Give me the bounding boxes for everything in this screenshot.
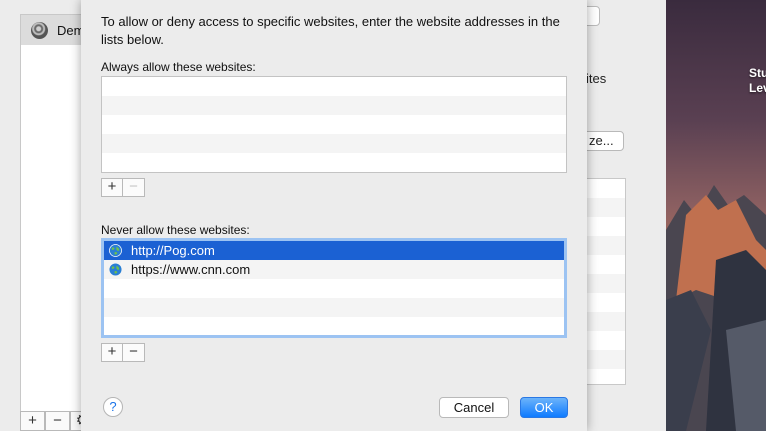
globe-icon [109,263,122,276]
user-avatar [31,21,48,39]
never-allow-add-button[interactable]: + [101,343,123,362]
website-restrictions-sheet: To allow or deny access to specific webs… [81,0,587,431]
desktop-wallpaper: Stu Lev [666,0,766,431]
ok-button[interactable]: OK [520,397,568,418]
never-allow-buttons: + − [101,343,145,363]
mountain-image [666,185,766,431]
add-user-button[interactable]: + [20,411,45,431]
never-allow-remove-button[interactable]: − [123,343,145,362]
always-allow-buttons: + − [101,178,145,198]
cancel-button[interactable]: Cancel [439,397,509,418]
background-partial-text: ites [586,71,607,86]
globe-icon [109,244,122,257]
site-url: http://Pog.com [131,243,215,258]
list-item[interactable]: https://www.cnn.com [104,260,564,279]
list-item[interactable]: http://Pog.com [104,241,564,260]
never-allow-list[interactable]: http://Pog.com https://www.cnn.com [101,238,567,338]
always-allow-remove-button[interactable]: − [123,178,145,197]
always-allow-add-button[interactable]: + [101,178,123,197]
remove-user-button[interactable]: − [45,411,70,431]
question-mark-icon[interactable]: ? [103,397,123,417]
never-allow-label: Never allow these websites: [101,223,250,237]
always-allow-list[interactable] [101,76,567,173]
instructions-text: To allow or deny access to specific webs… [101,14,560,47]
always-allow-label: Always allow these websites: [101,60,256,74]
site-url: https://www.cnn.com [131,262,251,277]
desktop-icon-label[interactable]: Stu Lev [749,66,766,96]
